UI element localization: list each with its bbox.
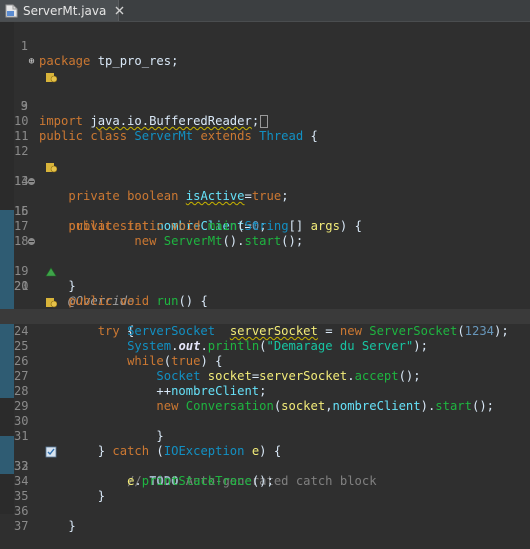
code-editor[interactable]: 1 package tp_pro_res; ⊕ 3 import java.io… xyxy=(0,22,530,533)
code-line: 32 // TODO Auto-generated catch block xyxy=(0,429,530,488)
code-line: 19 } xyxy=(0,234,530,293)
code-line: 22 try { xyxy=(0,279,530,338)
warning-marker-icon[interactable] xyxy=(1,281,58,308)
close-icon[interactable] xyxy=(115,5,124,16)
code-line: 26 Socket socket=serverSocket.accept(); xyxy=(0,339,530,383)
code-line: 9 xyxy=(0,84,530,113)
line-number: 37 xyxy=(14,519,29,533)
expand-icon[interactable]: ⊕ xyxy=(27,57,36,67)
code-line: 12 xyxy=(0,129,530,158)
code-line: 20 @Override xyxy=(0,249,530,308)
warning-marker-icon[interactable] xyxy=(1,56,58,83)
code-line: 31 } catch (IOException e) { xyxy=(0,414,530,458)
code-line: 21 public void run() { xyxy=(0,264,530,308)
brace: } xyxy=(68,519,76,533)
task-marker-icon[interactable] xyxy=(1,431,57,458)
code-line: 28 new Conversation(socket,nombreClient)… xyxy=(0,369,530,413)
code-line: 16 public static void main(String[] args… xyxy=(0,189,530,233)
code-line: 1 package tp_pro_res; xyxy=(0,24,530,68)
warning-marker-icon[interactable] xyxy=(1,146,58,173)
collapse-icon[interactable] xyxy=(28,238,35,245)
code-line: 23 ServerSocket serverSocket = new Serve… xyxy=(0,294,530,338)
code-line: 10 public class ServerMt extends Thread … xyxy=(0,99,530,143)
code-line: 33 e.printStackTrace(); xyxy=(0,444,530,488)
override-marker-icon[interactable] xyxy=(1,251,57,277)
editor-tab-bar: ServerMt.java xyxy=(0,0,530,22)
code-line: 25 while(true) { xyxy=(0,324,530,368)
code-line: 36 } xyxy=(0,489,530,533)
tab-label: ServerMt.java xyxy=(23,3,107,18)
code-line: ⊕ 3 import java.io.BufferedReader; xyxy=(0,54,530,128)
code-line: 11 xyxy=(0,114,530,143)
collapse-icon[interactable] xyxy=(28,178,35,185)
code-line: 18 xyxy=(0,219,530,248)
java-file-icon xyxy=(5,4,18,18)
current-line: 24 System.out.println("Demarage du Serve… xyxy=(0,309,530,353)
code-line: 17 new ServerMt().start(); xyxy=(0,204,530,248)
code-line: 27 ++nombreClient; xyxy=(0,354,530,398)
code-line: 14 private boolean isActive=true; xyxy=(0,159,530,203)
code-line: 29 xyxy=(0,384,530,413)
code-line: 30 } xyxy=(0,399,530,443)
code-line: 13 xyxy=(0,144,530,188)
line-number: 1 xyxy=(20,39,28,53)
code-line: 34 } xyxy=(0,459,530,503)
tab-servermt-java[interactable]: ServerMt.java xyxy=(0,0,124,21)
code-line: 37 xyxy=(0,504,530,533)
code-line: 15 private int nombreClient=0; xyxy=(0,174,530,233)
code-line: 35 xyxy=(0,474,530,503)
